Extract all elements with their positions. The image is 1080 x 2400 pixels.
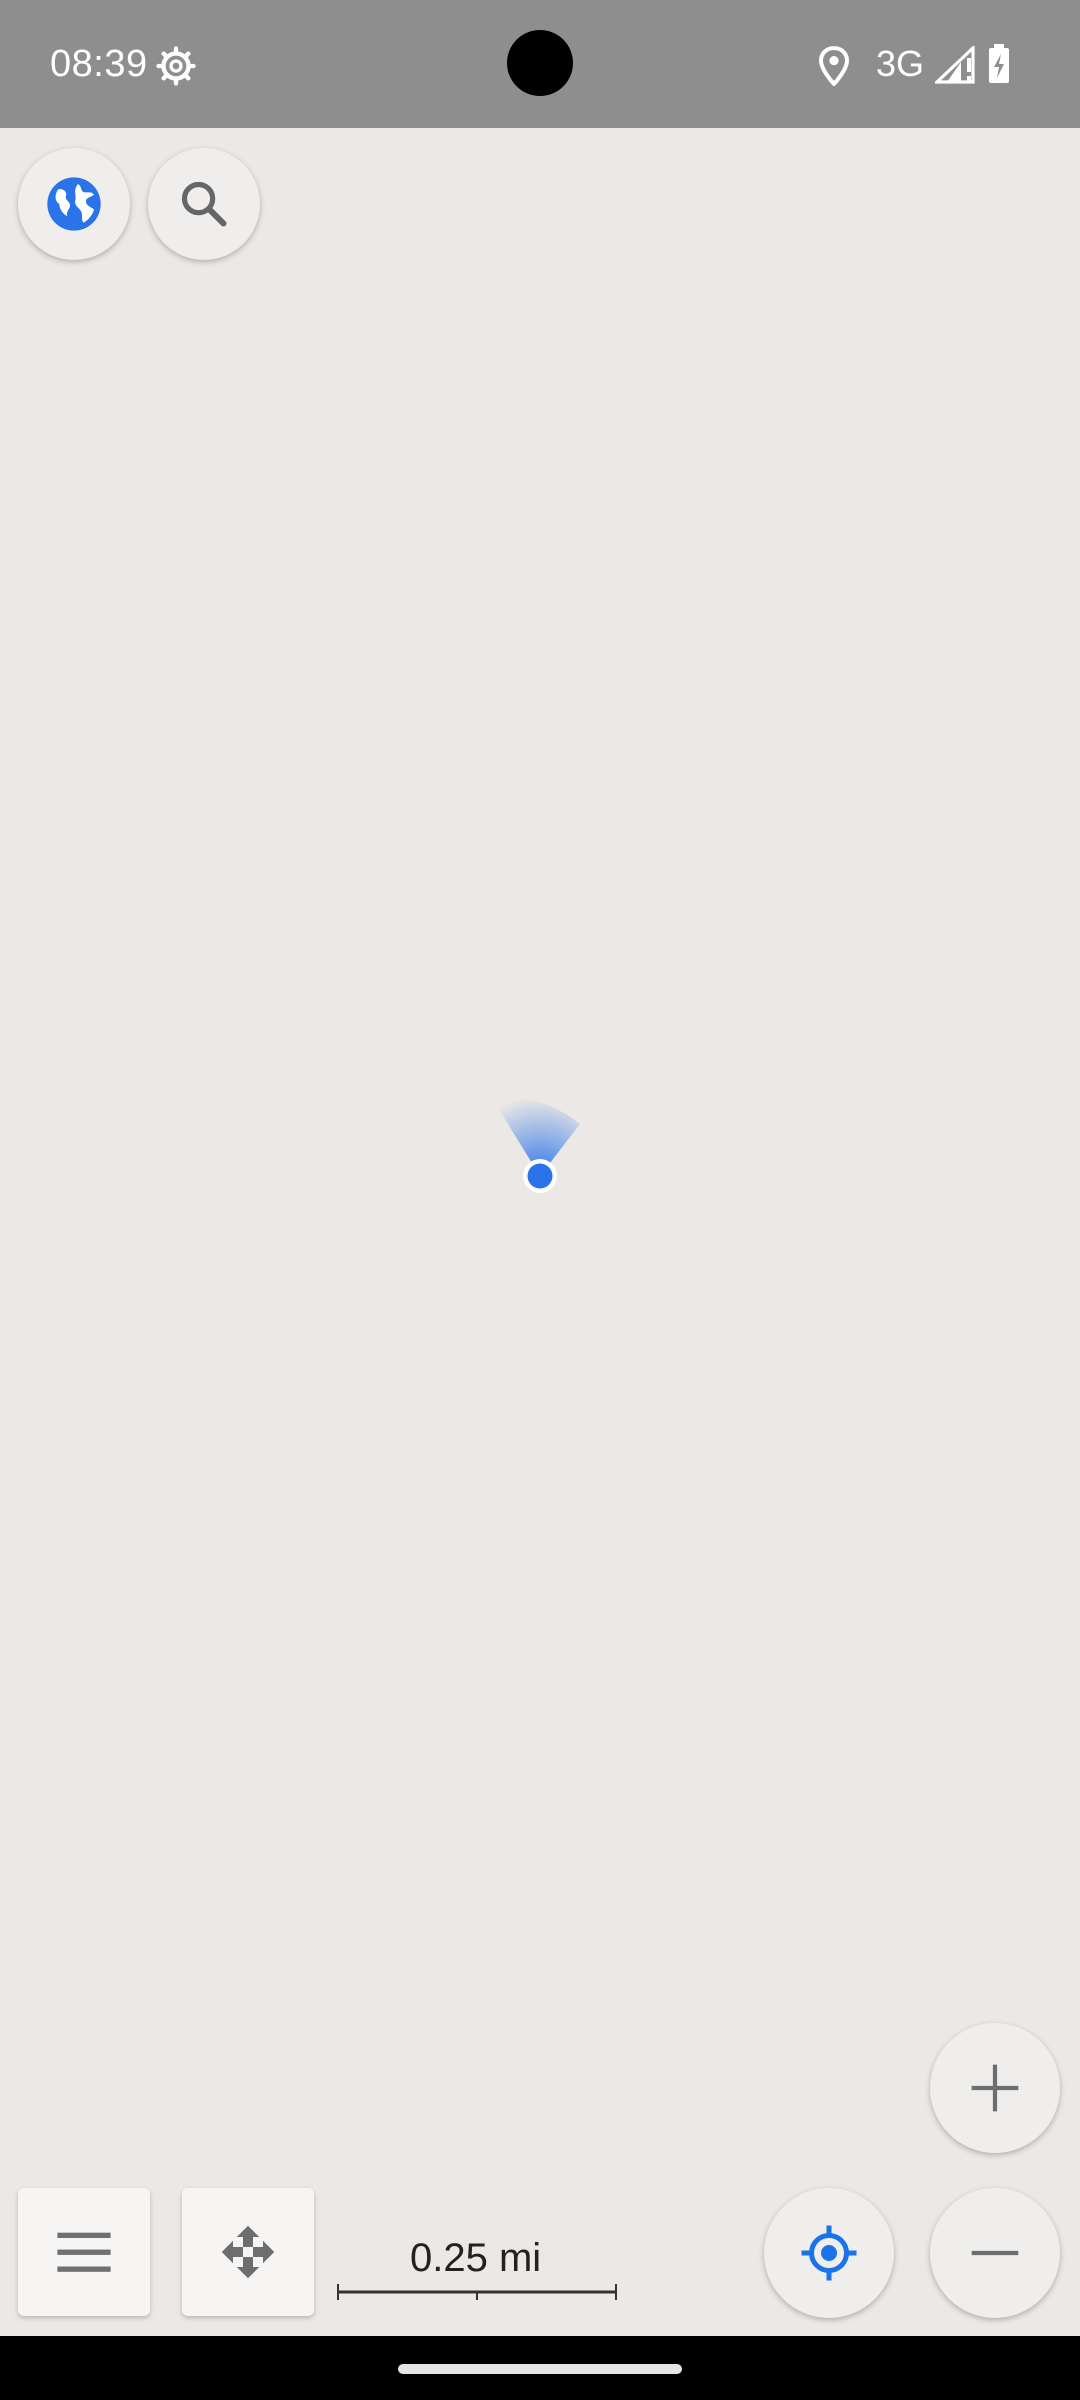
globe-button[interactable] [18, 148, 130, 260]
status-icons: 3G [780, 0, 1080, 128]
my-location-marker [498, 1099, 580, 1193]
map-scale-bar [337, 2284, 617, 2300]
map-scale-label: 0.25 mi [410, 2236, 542, 2280]
menu-button[interactable] [18, 2188, 150, 2316]
navigation-bar [0, 2336, 1080, 2400]
zoom-out-button[interactable] [930, 2188, 1060, 2318]
location-pin-icon [818, 46, 850, 86]
directions-icon [221, 2225, 275, 2279]
my-location-button[interactable] [764, 2188, 894, 2318]
home-gesture-handle[interactable] [398, 2364, 682, 2374]
status-bar: 08:39 3G [0, 0, 1080, 128]
network-type-label: 3G [876, 43, 925, 84]
status-time: 08:39 [50, 43, 148, 85]
signal-icon [935, 46, 975, 84]
search-button[interactable] [148, 148, 260, 260]
directions-button[interactable] [182, 2188, 314, 2316]
camera-cutout [507, 30, 573, 96]
minus-icon [971, 2250, 1019, 2256]
menu-icon [57, 2232, 111, 2272]
plus-icon [971, 2064, 1019, 2112]
my-location-icon [801, 2225, 857, 2281]
search-icon [181, 181, 227, 227]
map-view[interactable]: 0.25 mi [0, 128, 1080, 2336]
zoom-in-button[interactable] [930, 2023, 1060, 2153]
settings-gear-icon [156, 46, 196, 86]
globe-icon [47, 177, 101, 231]
battery-charging-icon [989, 44, 1009, 83]
